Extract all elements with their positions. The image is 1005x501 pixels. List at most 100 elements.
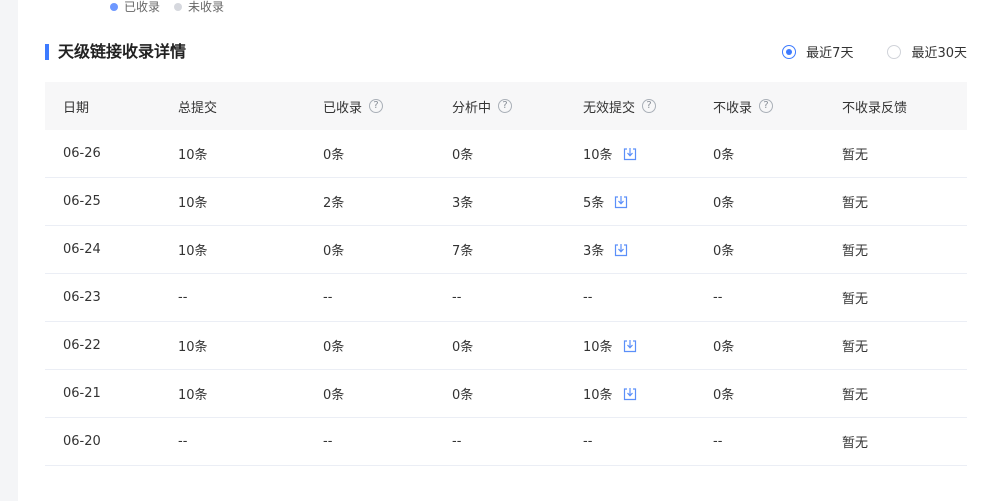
download-icon[interactable] (614, 243, 628, 257)
cell-total: 10条 (160, 384, 305, 403)
help-icon[interactable]: ? (642, 99, 657, 113)
header-label-invalid: 无效提交 (583, 100, 636, 116)
cell-value-not-indexed: 0条 (713, 196, 735, 211)
cell-value-indexed: 0条 (323, 148, 345, 163)
radio-30d[interactable] (887, 44, 902, 59)
cell-date: 06-23 (45, 290, 160, 305)
cell-not-indexed: 0条 (695, 384, 824, 403)
cell-value-not-indexed: -- (713, 434, 723, 449)
cell-total: -- (160, 290, 305, 305)
table-row: 06-26 10条 0条 0条 10条 0条 暂无 (45, 130, 967, 178)
header-invalid: 无效提交? (565, 97, 695, 116)
legend-dot-indexed (110, 2, 118, 11)
cell-value-invalid: 10条 (583, 148, 613, 163)
header-label-date: 日期 (63, 100, 90, 116)
cell-value-total: 10条 (178, 148, 208, 163)
cell-value-indexed: -- (323, 434, 333, 449)
cell-invalid: -- (565, 290, 695, 305)
cell-value-indexed: 2条 (323, 196, 345, 211)
cell-feedback: 暂无 (824, 288, 967, 307)
cell-value-feedback: 暂无 (842, 196, 869, 211)
cell-value-indexed: -- (323, 290, 333, 305)
cell-value-total: -- (178, 290, 188, 305)
cell-value-indexed: 0条 (323, 244, 345, 259)
download-icon[interactable] (614, 195, 628, 209)
cell-value-feedback: 暂无 (842, 436, 869, 451)
range-option-30d[interactable]: 最近30天 (887, 42, 967, 61)
cell-total: 10条 (160, 240, 305, 259)
cell-date: 06-25 (45, 194, 160, 209)
cell-not-indexed: -- (695, 434, 824, 449)
cell-invalid: 3条 (565, 240, 695, 259)
cell-value-analyzing: 7条 (452, 244, 474, 259)
table-header: 日期 总提交 已收录? 分析中? 无效提交? 不收录? 不收录反馈 (45, 82, 967, 130)
help-icon[interactable]: ? (498, 99, 513, 113)
header-label-indexed: 已收录 (323, 100, 363, 116)
cell-indexed: -- (305, 434, 434, 449)
cell-date: 06-26 (45, 146, 160, 161)
range-option-7d[interactable]: 最近7天 (782, 42, 853, 61)
download-icon[interactable] (623, 387, 637, 401)
cell-value-not-indexed: 0条 (713, 244, 735, 259)
table-row: 06-25 10条 2条 3条 5条 0条 暂无 (45, 178, 967, 226)
cell-value-feedback: 暂无 (842, 340, 869, 355)
header-label-analyzing: 分析中 (452, 100, 492, 116)
detail-table: 日期 总提交 已收录? 分析中? 无效提交? 不收录? 不收录反馈 06-26 10条 0条 0条… (45, 82, 967, 466)
cell-value-analyzing: -- (452, 290, 462, 305)
cell-value-date: 06-26 (63, 146, 101, 161)
cell-date: 06-20 (45, 434, 160, 449)
header-analyzing: 分析中? (434, 97, 565, 116)
cell-value-total: -- (178, 434, 188, 449)
cell-value-invalid: -- (583, 434, 593, 449)
cell-analyzing: 0条 (434, 384, 565, 403)
cell-total: 10条 (160, 144, 305, 163)
header-label-total: 总提交 (178, 100, 218, 116)
cell-value-date: 06-23 (63, 290, 101, 305)
chart-legend: 已收录 未收录 (110, 0, 238, 15)
cell-value-not-indexed: 0条 (713, 340, 735, 355)
legend-item-indexed: 已收录 (110, 0, 160, 15)
cell-analyzing: -- (434, 434, 565, 449)
help-icon[interactable]: ? (369, 99, 384, 113)
cell-value-invalid: 10条 (583, 388, 613, 403)
cell-value-analyzing: 0条 (452, 340, 474, 355)
cell-invalid: 10条 (565, 384, 695, 403)
cell-value-analyzing: -- (452, 434, 462, 449)
cell-value-analyzing: 0条 (452, 388, 474, 403)
cell-value-total: 10条 (178, 196, 208, 211)
radio-7d[interactable] (782, 44, 797, 59)
header-total: 总提交 (160, 97, 305, 116)
header-label-feedback: 不收录反馈 (842, 100, 908, 116)
cell-total: 10条 (160, 336, 305, 355)
cell-not-indexed: 0条 (695, 240, 824, 259)
download-icon[interactable] (623, 147, 637, 161)
header-date: 日期 (45, 97, 160, 116)
title-accent-bar (45, 44, 49, 60)
download-icon[interactable] (623, 339, 637, 353)
cell-indexed: 2条 (305, 192, 434, 211)
cell-value-feedback: 暂无 (842, 388, 869, 403)
range-selector: 最近7天 最近30天 (748, 42, 967, 61)
cell-value-date: 06-24 (63, 242, 101, 257)
help-icon[interactable]: ? (759, 99, 774, 113)
cell-invalid: 10条 (565, 336, 695, 355)
cell-date: 06-21 (45, 386, 160, 401)
cell-feedback: 暂无 (824, 384, 967, 403)
cell-value-feedback: 暂无 (842, 244, 869, 259)
cell-total: 10条 (160, 192, 305, 211)
cell-value-not-indexed: 0条 (713, 148, 735, 163)
table-row: 06-20 -- -- -- -- -- 暂无 (45, 418, 967, 466)
table-row: 06-23 -- -- -- -- -- 暂无 (45, 274, 967, 322)
legend-label-not-indexed: 未收录 (188, 0, 225, 14)
cell-value-date: 06-20 (63, 434, 101, 449)
cell-feedback: 暂无 (824, 192, 967, 211)
cell-analyzing: 7条 (434, 240, 565, 259)
cell-not-indexed: 0条 (695, 144, 824, 163)
cell-analyzing: 3条 (434, 192, 565, 211)
cell-feedback: 暂无 (824, 336, 967, 355)
cell-not-indexed: 0条 (695, 192, 824, 211)
cell-analyzing: 0条 (434, 336, 565, 355)
cell-value-feedback: 暂无 (842, 292, 869, 307)
legend-dot-not-indexed (174, 2, 183, 11)
cell-value-not-indexed: 0条 (713, 388, 735, 403)
